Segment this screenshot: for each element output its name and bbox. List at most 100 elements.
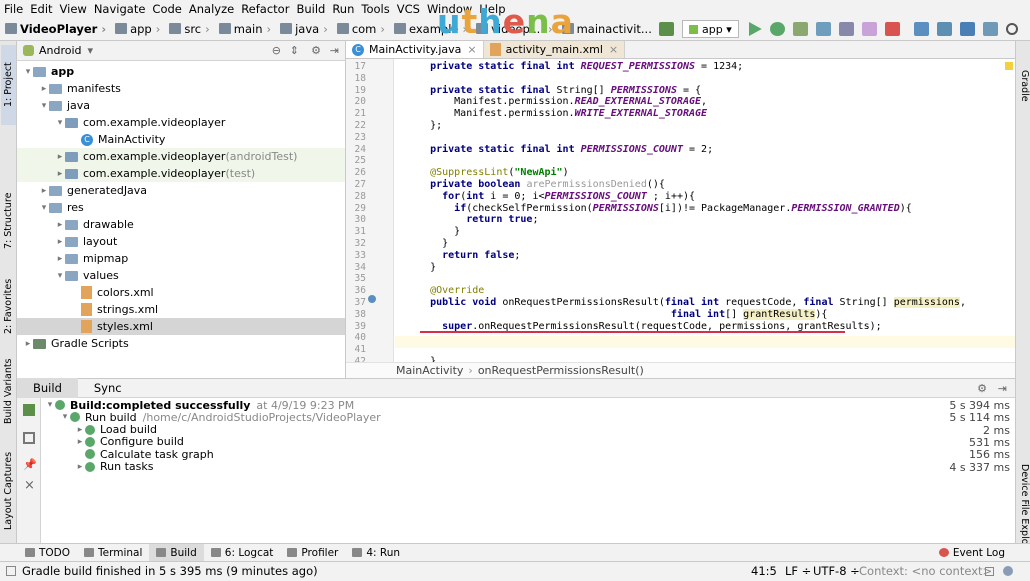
override-gutter-icon[interactable] — [368, 295, 376, 303]
chevron-down-icon[interactable]: ▾ — [23, 67, 33, 77]
file-encoding[interactable]: UTF-8 ÷ — [813, 564, 860, 578]
menu-item-vcs[interactable]: VCS — [397, 2, 420, 16]
gear-icon[interactable]: ⚙ — [977, 382, 987, 395]
bottom-tab-4-run[interactable]: 4: Run — [345, 544, 407, 562]
menu-item-view[interactable]: View — [60, 2, 87, 16]
code-line[interactable]: private static final String[] PERMISSION… — [406, 85, 701, 97]
inspector-icon[interactable] — [1003, 566, 1013, 576]
close-icon[interactable]: × — [24, 478, 35, 493]
breadcrumb-class[interactable]: MainActivity — [396, 364, 463, 377]
nav-crumb[interactable]: mainactivit... — [561, 22, 652, 36]
tab-mainactivity[interactable]: C MainActivity.java × — [346, 41, 484, 58]
code-line[interactable]: if(checkSelfPermission(PERMISSIONS[i])!=… — [406, 203, 912, 215]
tab-structure[interactable]: 7: Structure — [1, 176, 16, 266]
tree-item[interactable]: ▾ app — [23, 63, 74, 80]
tree-item[interactable]: ▸ drawable — [55, 216, 134, 233]
menu-item-run[interactable]: Run — [332, 2, 354, 16]
event-log-button[interactable]: Event Log — [932, 544, 1012, 562]
tree-item[interactable]: ▾ com.example.videoplayer — [55, 114, 226, 131]
code-line[interactable]: } — [406, 262, 436, 274]
tree-item[interactable]: ▸ generatedJava — [39, 182, 147, 199]
code-line[interactable]: }; — [406, 120, 442, 132]
breadcrumb-method[interactable]: onRequestPermissionsResult() — [478, 364, 644, 377]
chevron-right-icon[interactable]: ▸ — [75, 437, 85, 447]
tree-item[interactable]: strings.xml — [71, 301, 158, 318]
bottom-tab-profiler[interactable]: Profiler — [280, 544, 345, 562]
hide-icon[interactable]: ⇥ — [330, 44, 339, 57]
tree-item[interactable]: ▸ mipmap — [55, 250, 128, 267]
tab-layout-captures[interactable]: Layout Captures — [1, 441, 16, 541]
tab-sync[interactable]: Sync — [78, 378, 138, 398]
bottom-tab-todo[interactable]: TODO — [18, 544, 77, 562]
avd-manager-icon[interactable] — [936, 22, 952, 36]
tree-item[interactable]: C MainActivity — [71, 131, 165, 148]
tree-item[interactable]: ▸ manifests — [39, 80, 121, 97]
tree-item[interactable]: ▾ java — [39, 97, 90, 114]
menu-item-build[interactable]: Build — [296, 2, 325, 16]
scroll-from-source-icon[interactable]: ⇕ — [290, 44, 299, 57]
code-line[interactable]: return true; — [406, 214, 538, 226]
chevron-right-icon[interactable]: ▸ — [39, 186, 49, 196]
lock-icon[interactable] — [985, 567, 994, 576]
code-line[interactable]: @Override — [406, 285, 484, 297]
menu-item-navigate[interactable]: Navigate — [94, 2, 146, 16]
chevron-down-icon[interactable]: ▾ — [45, 400, 55, 410]
tab-favorites[interactable]: 2: Favorites — [1, 261, 16, 351]
tree-item[interactable]: ▾ values — [55, 267, 119, 284]
chevron-right-icon[interactable]: ▸ — [39, 84, 49, 94]
bottom-tab-terminal[interactable]: Terminal — [77, 544, 149, 562]
bottom-tab-build[interactable]: Build — [149, 543, 204, 562]
chevron-right-icon[interactable]: ▸ — [55, 220, 65, 230]
tab-project[interactable]: 1: Project — [1, 45, 16, 125]
caret-position[interactable]: 41:5 — [751, 564, 777, 578]
close-icon[interactable]: × — [609, 43, 618, 56]
nav-crumb[interactable]: VideoPlayer › — [5, 22, 110, 36]
hide-icon[interactable]: ⇥ — [998, 382, 1007, 395]
code-line[interactable]: } — [406, 226, 460, 238]
tab-gradle[interactable]: Gradle — [1017, 56, 1030, 116]
tree-item[interactable]: ▸ layout — [55, 233, 118, 250]
build-row[interactable]: ▸ Run tasks — [75, 460, 154, 473]
code-line[interactable]: Manifest.permission.READ_EXTERNAL_STORAG… — [406, 96, 707, 108]
code-line[interactable]: Manifest.permission.WRITE_EXTERNAL_STORA… — [406, 108, 707, 120]
chevron-right-icon[interactable]: ▸ — [55, 152, 65, 162]
chevron-down-icon[interactable]: ▾ — [88, 44, 94, 57]
code-line[interactable]: @SuppressLint("NewApi") — [406, 167, 569, 179]
code-line[interactable]: for(int i = 0; i<PERMISSIONS_COUNT ; i++… — [406, 191, 695, 203]
tree-item[interactable]: ▸ com.example.videoplayer (test) — [17, 165, 345, 182]
menu-item-file[interactable]: File — [4, 2, 23, 16]
tree-item[interactable]: ▸ Gradle Scripts — [23, 335, 129, 352]
collapse-all-icon[interactable]: ⊖ — [272, 44, 281, 57]
project-view-select[interactable]: Android — [39, 44, 82, 57]
context-indicator[interactable]: Context: <no context> — [859, 564, 992, 578]
menu-item-refactor[interactable]: Refactor — [241, 2, 289, 16]
build-row[interactable]: ▾ Build: completed successfully at 4/9/19 … — [45, 399, 354, 412]
menu-item-edit[interactable]: Edit — [30, 2, 52, 16]
tab-build[interactable]: Build — [17, 378, 78, 398]
nav-crumb[interactable]: main › — [218, 22, 275, 36]
debug-icon[interactable] — [769, 22, 785, 36]
code-line[interactable]: public void onRequestPermissionsResult(f… — [406, 297, 966, 309]
pin-icon[interactable]: 📌 — [23, 458, 37, 471]
chevron-right-icon[interactable]: ▸ — [55, 169, 65, 179]
code-line[interactable]: return false; — [406, 250, 520, 262]
chevron-right-icon[interactable]: ▸ — [75, 425, 85, 435]
coverage-icon[interactable] — [792, 22, 808, 36]
hammer-icon[interactable] — [23, 404, 35, 416]
tab-build-variants[interactable]: Build Variants — [1, 346, 16, 436]
chevron-down-icon[interactable]: ▾ — [55, 118, 65, 128]
build-row[interactable]: Calculate task graph — [75, 448, 214, 461]
build-row[interactable]: ▸ Load build — [75, 423, 157, 436]
menu-item-tools[interactable]: Tools — [361, 2, 389, 16]
hammer-icon[interactable] — [659, 22, 674, 36]
sdk-manager-icon[interactable] — [959, 22, 975, 36]
line-separator[interactable]: LF ÷ — [785, 564, 811, 578]
chevron-down-icon[interactable]: ▾ — [39, 203, 49, 213]
toggle-view-icon[interactable] — [23, 432, 35, 444]
code-line[interactable]: super.onRequestPermissionsResult(request… — [406, 321, 882, 333]
nav-crumb[interactable]: com › — [336, 22, 389, 36]
chevron-down-icon[interactable]: ▾ — [60, 412, 70, 422]
build-row[interactable]: ▸ Configure build — [75, 435, 184, 448]
layout-inspector-icon[interactable] — [982, 22, 998, 36]
chevron-right-icon[interactable]: ▸ — [23, 339, 33, 349]
